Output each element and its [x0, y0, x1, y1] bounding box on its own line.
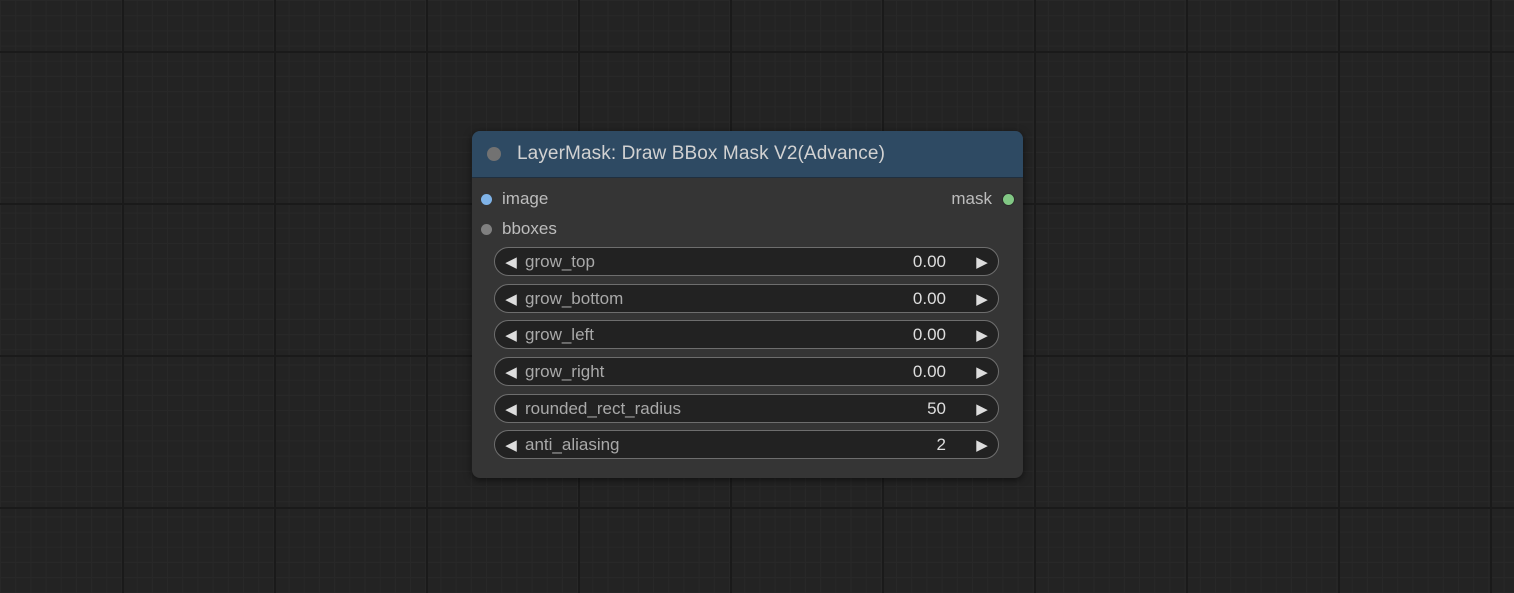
widget-label: rounded_rect_radius [525, 398, 681, 418]
widget-label: grow_top [525, 251, 595, 271]
node-header[interactable]: LayerMask: Draw BBox Mask V2(Advance) [472, 131, 1023, 178]
widget-label: grow_bottom [525, 288, 624, 308]
widget-grow-right[interactable]: ◀ grow_right 0.00 ▶ [494, 357, 999, 386]
widget-value[interactable]: 2 [937, 435, 946, 455]
widget-label: grow_right [525, 361, 605, 381]
widget-grow-top[interactable]: ◀ grow_top 0.00 ▶ [494, 247, 999, 276]
output-dot-icon[interactable] [1002, 192, 1015, 206]
widget-value[interactable]: 0.00 [913, 325, 946, 345]
widget-value[interactable]: 50 [927, 399, 946, 419]
widget-label: anti_aliasing [525, 434, 620, 454]
widget-grow-left[interactable]: ◀ grow_left 0.00 ▶ [494, 320, 999, 349]
widget-value[interactable]: 0.00 [913, 252, 946, 272]
increment-arrow-icon[interactable]: ▶ [972, 436, 992, 454]
collapse-toggle-icon[interactable] [487, 147, 501, 161]
output-label-mask: mask [951, 189, 992, 208]
widget-anti-aliasing[interactable]: ◀ anti_aliasing 2 ▶ [494, 430, 999, 459]
increment-arrow-icon[interactable]: ▶ [972, 290, 992, 308]
widget-rounded-rect-radius[interactable]: ◀ rounded_rect_radius 50 ▶ [494, 394, 999, 423]
decrement-arrow-icon[interactable]: ◀ [501, 363, 521, 381]
widget-grow-bottom[interactable]: ◀ grow_bottom 0.00 ▶ [494, 284, 999, 313]
widget-label: grow_left [525, 324, 594, 344]
increment-arrow-icon[interactable]: ▶ [972, 400, 992, 418]
input-slot-image[interactable]: image [481, 187, 548, 211]
increment-arrow-icon[interactable]: ▶ [972, 363, 992, 381]
input-dot-icon[interactable] [481, 193, 492, 205]
widget-value[interactable]: 0.00 [913, 362, 946, 382]
widget-value[interactable]: 0.00 [913, 289, 946, 309]
input-label-image: image [502, 189, 549, 208]
decrement-arrow-icon[interactable]: ◀ [501, 326, 521, 344]
decrement-arrow-icon[interactable]: ◀ [501, 400, 521, 418]
increment-arrow-icon[interactable]: ▶ [972, 326, 992, 344]
input-slot-bboxes[interactable]: bboxes [481, 217, 557, 241]
input-label-bboxes: bboxes [502, 219, 557, 238]
input-dot-icon[interactable] [481, 223, 492, 235]
node-draw-bbox-mask[interactable]: LayerMask: Draw BBox Mask V2(Advance) im… [472, 131, 1023, 478]
node-title: LayerMask: Draw BBox Mask V2(Advance) [517, 143, 885, 164]
decrement-arrow-icon[interactable]: ◀ [501, 290, 521, 308]
increment-arrow-icon[interactable]: ▶ [972, 253, 992, 271]
graph-canvas[interactable]: LayerMask: Draw BBox Mask V2(Advance) im… [0, 0, 1514, 593]
decrement-arrow-icon[interactable]: ◀ [501, 253, 521, 271]
decrement-arrow-icon[interactable]: ◀ [501, 436, 521, 454]
output-slot-mask[interactable]: mask [951, 187, 1015, 211]
